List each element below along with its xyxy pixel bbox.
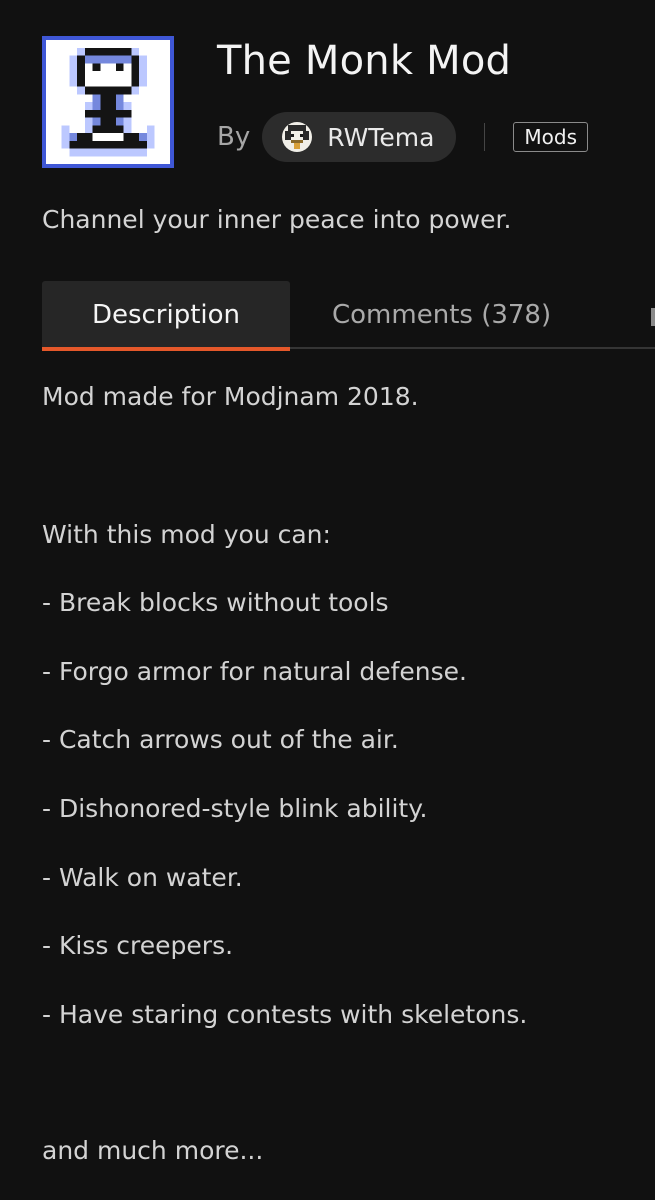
- author-avatar-icon: [282, 122, 313, 152]
- project-header: The Monk Mod By RWTema Mods: [42, 36, 642, 171]
- feature-item: - Kiss creepers.: [42, 931, 234, 960]
- feature-item: - Break blocks without tools: [42, 588, 389, 617]
- author-name: RWTema: [327, 122, 435, 152]
- tab-description[interactable]: Description: [42, 281, 290, 351]
- by-label: By: [217, 122, 251, 152]
- category-tag[interactable]: Mods: [513, 122, 588, 152]
- description-lead: With this mod you can:: [42, 520, 331, 549]
- project-title: The Monk Mod: [217, 38, 512, 84]
- monk-pixel-icon: [42, 36, 174, 168]
- tab-bar: Description Comments (378): [42, 281, 655, 351]
- byline-divider: [484, 123, 486, 151]
- feature-item: - Forgo armor for natural defense.: [42, 657, 467, 686]
- feature-item: - Have staring contests with skeletons.: [42, 1000, 528, 1029]
- author-byline: By RWTema Mods: [217, 112, 588, 162]
- description-intro: Mod made for Modjnam 2018.: [42, 382, 419, 411]
- description-outro: and much more...: [42, 1136, 264, 1165]
- next-tab-fragment[interactable]: [651, 308, 655, 326]
- project-summary: Channel your inner peace into power.: [42, 205, 512, 234]
- feature-item: - Walk on water.: [42, 863, 243, 892]
- feature-item: - Dishonored-style blink ability.: [42, 794, 428, 823]
- active-tab-indicator: [42, 347, 290, 351]
- author-link[interactable]: RWTema: [262, 112, 457, 162]
- feature-item: - Catch arrows out of the air.: [42, 725, 399, 754]
- tab-comments[interactable]: Comments (378): [332, 281, 551, 351]
